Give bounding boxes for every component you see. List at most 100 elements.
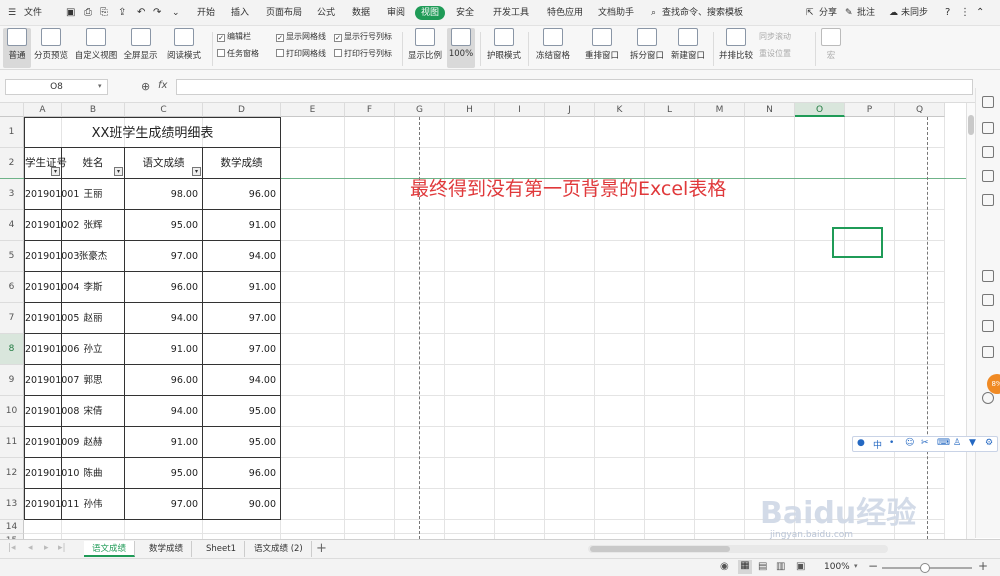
ime-lang[interactable]: 中 [873, 438, 882, 451]
column-header-m[interactable]: M [695, 103, 745, 117]
grid-cell[interactable] [345, 520, 395, 534]
name-box[interactable]: O8 [5, 79, 108, 95]
zoom-100-button[interactable]: 100% [447, 28, 475, 68]
column-header-b[interactable]: B [62, 103, 125, 117]
grid-cell[interactable] [895, 334, 945, 365]
grid-cell[interactable] [895, 241, 945, 272]
grid-cell[interactable] [845, 179, 895, 210]
grid-cell[interactable] [545, 520, 595, 534]
grid-cell[interactable] [445, 427, 495, 458]
tab-view[interactable]: 视图 [415, 6, 446, 20]
grid-cell[interactable] [595, 365, 645, 396]
grid-cell[interactable] [645, 458, 695, 489]
undo-icon[interactable]: ↶ [137, 0, 145, 26]
tab-developer[interactable]: 开发工具 [493, 0, 529, 26]
grid-cell[interactable] [281, 179, 345, 210]
grid-cell[interactable] [895, 272, 945, 303]
style-icon[interactable] [982, 146, 994, 158]
grid-cell[interactable] [745, 303, 795, 334]
row-header-8[interactable]: 8 [0, 334, 24, 365]
grid-cell[interactable] [795, 365, 845, 396]
grid-cell[interactable] [281, 210, 345, 241]
grid-cell[interactable] [695, 520, 745, 534]
sheet-tab-chinese-2[interactable]: 语文成绩 (2) [246, 541, 312, 557]
new-window-button[interactable]: 新建窗口 [669, 28, 707, 68]
sheet-tab-sheet1[interactable]: Sheet1 [198, 541, 245, 557]
grid-cell[interactable] [595, 303, 645, 334]
grid-cell[interactable] [345, 117, 395, 148]
zoom-slider-thumb[interactable] [920, 563, 930, 573]
grid-cell[interactable] [795, 458, 845, 489]
grid-cell[interactable] [445, 303, 495, 334]
grid-cell[interactable] [203, 520, 281, 534]
table-data-cell[interactable]: 97.00 [125, 489, 203, 520]
column-header-c[interactable]: C [125, 103, 203, 117]
grid-cell[interactable] [24, 520, 62, 534]
table-data-cell[interactable]: 96.00 [125, 365, 203, 396]
print-icon[interactable]: ⎘ [100, 0, 108, 26]
toggle-print-gridlines[interactable]: 打印网格线 [276, 47, 326, 60]
grid-cell[interactable] [395, 303, 445, 334]
arrange-windows-button[interactable]: 重排窗口 [582, 28, 622, 68]
grid-cell[interactable] [125, 520, 203, 534]
grid-cell[interactable] [895, 117, 945, 148]
grid-cell[interactable] [395, 520, 445, 534]
grid-cell[interactable] [345, 241, 395, 272]
table-data-cell[interactable]: 张豪杰 [62, 241, 125, 272]
skin-icon[interactable]: ▼ [969, 438, 976, 448]
grid-cell[interactable] [845, 396, 895, 427]
table-data-cell[interactable]: 96.00 [125, 272, 203, 303]
grid-cell[interactable] [845, 272, 895, 303]
zoom-in-icon[interactable]: + [978, 559, 988, 573]
row-header-7[interactable]: 7 [0, 303, 24, 334]
side-by-side-button[interactable]: 并排比较 [718, 28, 754, 68]
sheet-tab-chinese[interactable]: 语文成绩 [84, 541, 136, 557]
page-break-preview-button[interactable]: 分页预览 [33, 28, 69, 68]
table-data-cell[interactable]: 王丽 [62, 179, 125, 210]
zoom-level[interactable]: 100% [824, 562, 850, 572]
grid-cell[interactable] [281, 396, 345, 427]
grid-cell[interactable] [281, 303, 345, 334]
toggle-formula-bar[interactable]: ✓ 编辑栏 [217, 30, 251, 43]
row-header-6[interactable]: 6 [0, 272, 24, 303]
collapse-ribbon-icon[interactable]: ⌃ [976, 0, 984, 26]
grid-cell[interactable] [745, 427, 795, 458]
grid-cell[interactable] [445, 520, 495, 534]
page-layout-icon[interactable]: ▤ [758, 561, 767, 572]
table-data-cell[interactable]: 孙立 [62, 334, 125, 365]
table-data-cell[interactable]: 95.00 [203, 396, 281, 427]
last-sheet-icon[interactable]: ▸| [58, 543, 66, 553]
grid-cell[interactable] [895, 303, 945, 334]
grid-cell[interactable] [281, 272, 345, 303]
toggle-headings[interactable]: ✓ 显示行号列标 [334, 30, 392, 43]
grid-cell[interactable] [595, 241, 645, 272]
macro-button[interactable]: 宏 [820, 28, 842, 68]
grid-cell[interactable] [281, 334, 345, 365]
select-all-corner[interactable] [0, 103, 24, 117]
grid-cell[interactable] [445, 210, 495, 241]
first-sheet-icon[interactable]: |◂ [8, 543, 16, 553]
scroll-thumb[interactable] [968, 115, 974, 135]
table-data-cell[interactable]: 97.00 [125, 241, 203, 272]
add-sheet-icon[interactable]: + [316, 541, 327, 556]
table-data-cell[interactable]: 97.00 [203, 334, 281, 365]
zoom-slider[interactable] [882, 563, 972, 573]
reading-icon[interactable]: ▣ [796, 561, 805, 572]
normal-view-button[interactable]: 普通 [3, 28, 31, 68]
help-icon[interactable]: ? [945, 0, 950, 26]
grid-cell[interactable] [895, 148, 945, 179]
grid-cell[interactable] [545, 334, 595, 365]
grid-cell[interactable] [695, 210, 745, 241]
row-header-5[interactable]: 5 [0, 241, 24, 272]
zoom-dropdown-icon[interactable]: ▾ [854, 562, 858, 570]
table-data-cell[interactable]: 97.00 [203, 303, 281, 334]
grid-cell[interactable] [345, 272, 395, 303]
column-header-l[interactable]: L [645, 103, 695, 117]
row-header-13[interactable]: 13 [0, 489, 24, 520]
table-data-cell[interactable]: 201901002 [24, 210, 79, 241]
grid-cell[interactable] [645, 365, 695, 396]
full-screen-button[interactable]: 全屏显示 [122, 28, 159, 68]
table-header-cell[interactable]: 姓名 ▾ [62, 148, 125, 179]
grid-cell[interactable] [395, 272, 445, 303]
grid-cell[interactable] [795, 179, 845, 210]
